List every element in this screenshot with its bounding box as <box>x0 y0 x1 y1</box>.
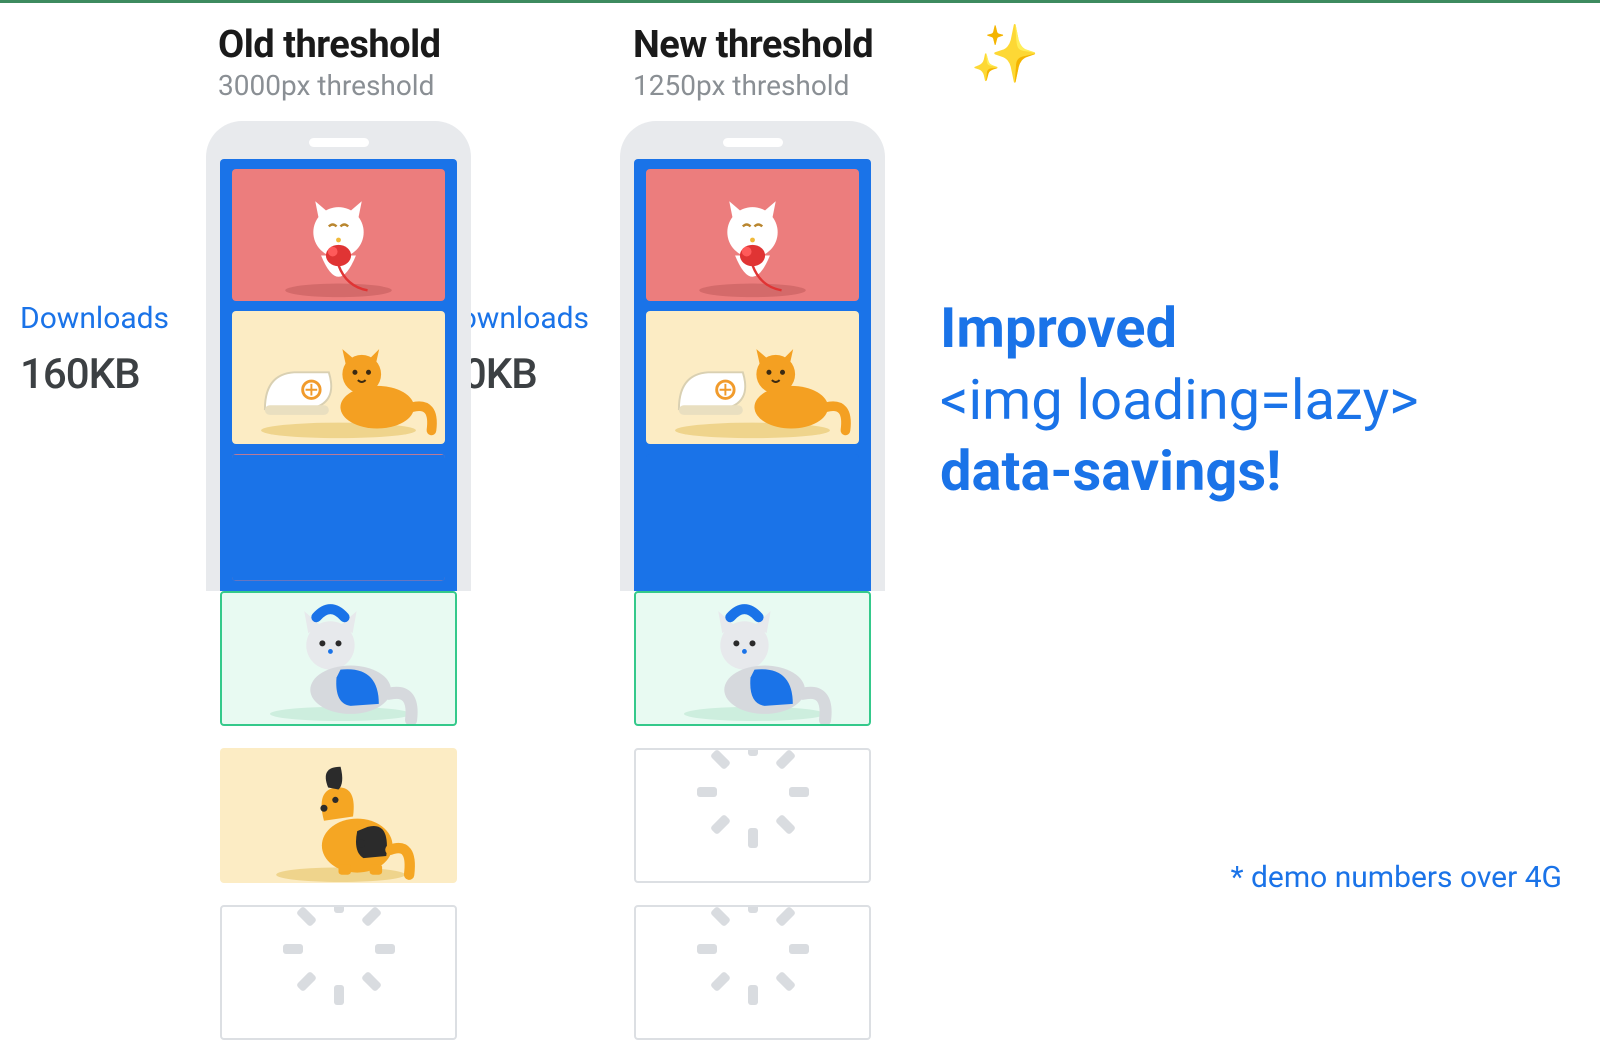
old-subtitle: 3000px threshold <box>218 69 441 102</box>
old-title: Old threshold <box>218 23 441 67</box>
sparkle-icon: ✨ <box>970 21 1040 87</box>
tile-cat-blue <box>634 591 871 726</box>
tile-partial <box>646 454 859 581</box>
tile-placeholder <box>634 905 871 1040</box>
phone-old <box>206 121 471 591</box>
tile-cat-yarn <box>646 169 859 301</box>
loading-spinner-icon <box>720 940 786 1006</box>
headline-line3: data-savings! <box>940 436 1560 508</box>
new-title: New threshold <box>633 23 873 67</box>
phone-new <box>620 121 885 591</box>
tile-partial <box>232 454 445 581</box>
tile-placeholder <box>220 905 457 1040</box>
below-stack-new <box>634 591 871 1040</box>
tile-dog <box>220 748 457 883</box>
downloads-value: 160KB <box>20 350 169 399</box>
tile-cat-yarn <box>232 169 445 301</box>
tile-cat-shoe <box>232 311 445 443</box>
footnote: * demo numbers over 4G <box>1231 860 1562 895</box>
old-threshold-heading: Old threshold 3000px threshold <box>218 23 441 102</box>
new-threshold-heading: New threshold 1250px threshold <box>633 23 873 102</box>
loading-spinner-icon <box>720 783 786 849</box>
tile-placeholder <box>634 748 871 883</box>
new-subtitle: 1250px threshold <box>633 69 873 102</box>
phone-screen <box>634 159 871 591</box>
headline: Improved <img loading=lazy> data-savings… <box>940 293 1560 508</box>
phone-screen <box>220 159 457 591</box>
below-stack-old <box>220 591 457 1040</box>
headline-line1: Improved <box>940 293 1560 365</box>
tile-cat-blue <box>220 591 457 726</box>
headline-line2: <img loading=lazy> <box>940 365 1560 437</box>
old-downloads: Downloads 160KB <box>20 301 169 399</box>
downloads-label: Downloads <box>20 301 169 336</box>
tile-cat-shoe <box>646 311 859 443</box>
loading-spinner-icon <box>306 940 372 1006</box>
